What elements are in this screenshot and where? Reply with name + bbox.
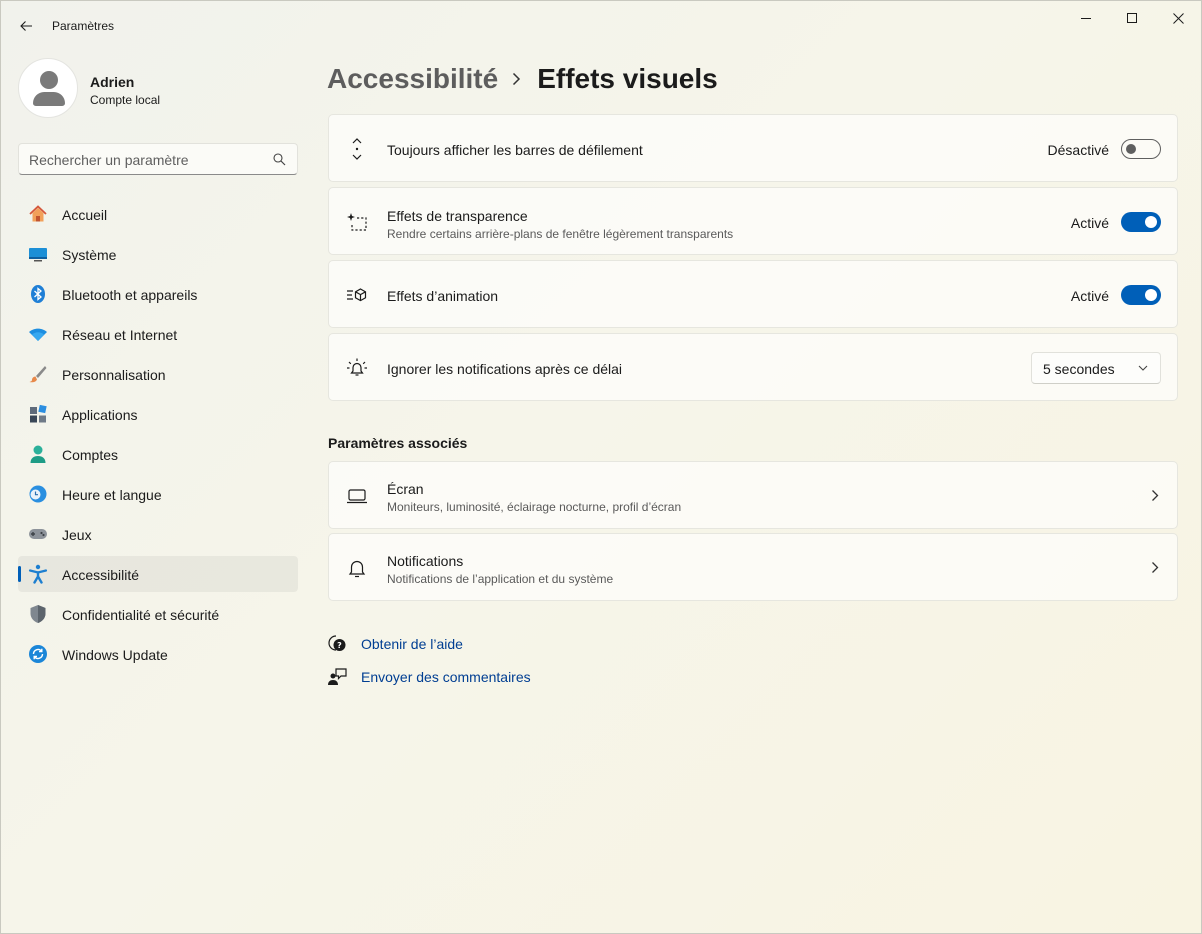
shield-icon bbox=[28, 604, 48, 624]
get-help-link-text[interactable]: Obtenir de l’aide bbox=[361, 636, 463, 652]
setting-card-notification-timeout: Ignorer les notifications après ce délai… bbox=[328, 333, 1178, 401]
notification-timer-icon bbox=[346, 357, 368, 379]
svg-text:?: ? bbox=[337, 641, 342, 650]
maximize-icon bbox=[1127, 13, 1137, 23]
minimize-button[interactable] bbox=[1063, 1, 1109, 35]
chevron-right-icon bbox=[512, 72, 521, 86]
notification-timeout-dropdown[interactable]: 5 secondes bbox=[1031, 352, 1161, 384]
apps-icon bbox=[28, 404, 48, 424]
time-language-icon bbox=[28, 484, 48, 504]
sidebar-item-label: Bluetooth et appareils bbox=[62, 287, 198, 303]
transparency-icon bbox=[346, 211, 368, 233]
system-icon bbox=[28, 244, 48, 264]
dropdown-value: 5 secondes bbox=[1043, 361, 1115, 377]
related-item-title: Notifications bbox=[387, 553, 464, 569]
sidebar-item-applications[interactable]: Applications bbox=[18, 396, 298, 432]
transparency-toggle[interactable] bbox=[1121, 212, 1161, 232]
sidebar-item-label: Accessibilité bbox=[62, 567, 140, 583]
related-item-ecran[interactable]: Écran Moniteurs, luminosité, éclairage n… bbox=[328, 461, 1178, 529]
sidebar-item-label: Réseau et Internet bbox=[62, 327, 178, 343]
search-box[interactable] bbox=[18, 143, 298, 175]
toggle-state-label: Désactivé bbox=[1047, 142, 1109, 158]
feedback-icon bbox=[327, 667, 347, 687]
related-item-subtitle: Moniteurs, luminosité, éclairage nocturn… bbox=[387, 500, 682, 514]
setting-title: Ignorer les notifications après ce délai bbox=[387, 361, 623, 377]
close-button[interactable] bbox=[1155, 1, 1201, 35]
gamepad-icon bbox=[28, 524, 48, 544]
accessibility-icon bbox=[28, 564, 48, 584]
minimize-icon bbox=[1081, 18, 1091, 19]
sidebar-item-heure-langue[interactable]: Heure et langue bbox=[18, 476, 298, 512]
related-item-subtitle: Notifications de l’application et du sys… bbox=[387, 572, 614, 586]
close-icon bbox=[1172, 12, 1184, 24]
setting-card-scrollbars: Toujours afficher les barres de défileme… bbox=[328, 114, 1178, 182]
toggle-state-label: Activé bbox=[1070, 288, 1109, 304]
update-icon bbox=[28, 644, 48, 664]
sidebar-item-label: Comptes bbox=[62, 447, 119, 463]
chevron-right-icon bbox=[1152, 490, 1159, 501]
wifi-icon bbox=[28, 324, 48, 344]
sidebar-item-systeme[interactable]: Système bbox=[18, 236, 298, 272]
sidebar-item-comptes[interactable]: Comptes bbox=[18, 436, 298, 472]
sidebar-item-label: Personnalisation bbox=[62, 367, 166, 383]
sidebar-item-personnalisation[interactable]: Personnalisation bbox=[18, 356, 298, 392]
animation-icon bbox=[346, 284, 368, 306]
sidebar-item-label: Windows Update bbox=[62, 647, 168, 663]
sidebar-item-label: Accueil bbox=[62, 207, 108, 223]
sidebar-item-label: Heure et langue bbox=[62, 487, 162, 503]
setting-card-transparency: Effets de transparence Rendre certains a… bbox=[328, 187, 1178, 255]
breadcrumb-parent-link[interactable]: Accessibilité bbox=[327, 63, 498, 95]
setting-title: Effets d’animation bbox=[387, 288, 499, 304]
title-bar: Paramètres bbox=[1, 1, 1201, 49]
scrollbar-icon bbox=[346, 138, 368, 160]
setting-subtitle: Rendre certains arrière-plans de fenêtre… bbox=[387, 227, 734, 241]
animation-toggle[interactable] bbox=[1121, 285, 1161, 305]
back-button[interactable] bbox=[11, 11, 41, 41]
sidebar-item-label: Confidentialité et sécurité bbox=[62, 607, 220, 623]
related-item-notifications[interactable]: Notifications Notifications de l’applica… bbox=[328, 533, 1178, 601]
search-icon bbox=[273, 153, 286, 166]
send-feedback-link[interactable]: Envoyer des commentaires bbox=[327, 666, 531, 688]
sidebar-item-jeux[interactable]: Jeux bbox=[18, 516, 298, 552]
sidebar-item-label: Applications bbox=[62, 407, 138, 423]
display-icon bbox=[346, 485, 368, 507]
sidebar-item-label: Système bbox=[62, 247, 117, 263]
user-profile[interactable]: Adrien Compte local bbox=[18, 58, 298, 120]
setting-card-animation: Effets d’animation Activé bbox=[328, 260, 1178, 328]
sidebar-item-bluetooth[interactable]: Bluetooth et appareils bbox=[18, 276, 298, 312]
bell-icon bbox=[346, 557, 368, 579]
sidebar-item-accueil[interactable]: Accueil bbox=[18, 196, 298, 232]
setting-title: Toujours afficher les barres de défileme… bbox=[387, 142, 643, 158]
settings-window: Paramètres Adrien Compte local Accueil bbox=[0, 0, 1202, 934]
sidebar-item-label: Jeux bbox=[62, 527, 92, 543]
help-icon: ? bbox=[327, 634, 347, 654]
chevron-right-icon bbox=[1152, 562, 1159, 573]
chevron-down-icon bbox=[1138, 365, 1148, 371]
profile-name: Adrien bbox=[90, 74, 135, 90]
related-settings-heading: Paramètres associés bbox=[328, 435, 468, 451]
sidebar-item-confidentialite[interactable]: Confidentialité et sécurité bbox=[18, 596, 298, 632]
related-item-title: Écran bbox=[387, 481, 424, 497]
breadcrumb: Accessibilité Effets visuels bbox=[327, 61, 718, 97]
search-input[interactable] bbox=[29, 150, 269, 170]
setting-title: Effets de transparence bbox=[387, 208, 528, 224]
sidebar-item-reseau[interactable]: Réseau et Internet bbox=[18, 316, 298, 352]
sidebar-nav: Accueil Système Bluetooth et appareils R… bbox=[18, 196, 298, 676]
home-icon bbox=[28, 204, 48, 224]
page-title: Effets visuels bbox=[537, 63, 718, 94]
toggle-state-label: Activé bbox=[1070, 215, 1109, 231]
sidebar-item-accessibilite[interactable]: Accessibilité bbox=[18, 556, 298, 592]
accounts-icon bbox=[28, 444, 48, 464]
bluetooth-icon bbox=[28, 284, 48, 304]
back-arrow-icon bbox=[20, 21, 32, 31]
sidebar-item-windows-update[interactable]: Windows Update bbox=[18, 636, 298, 672]
profile-account-type: Compte local bbox=[90, 93, 161, 107]
avatar bbox=[18, 58, 78, 118]
scrollbars-toggle[interactable] bbox=[1121, 139, 1161, 159]
maximize-button[interactable] bbox=[1109, 1, 1155, 35]
brush-icon bbox=[28, 364, 48, 384]
app-title: Paramètres bbox=[52, 19, 115, 33]
send-feedback-link-text[interactable]: Envoyer des commentaires bbox=[361, 669, 531, 685]
get-help-link[interactable]: ? Obtenir de l’aide bbox=[327, 633, 463, 655]
